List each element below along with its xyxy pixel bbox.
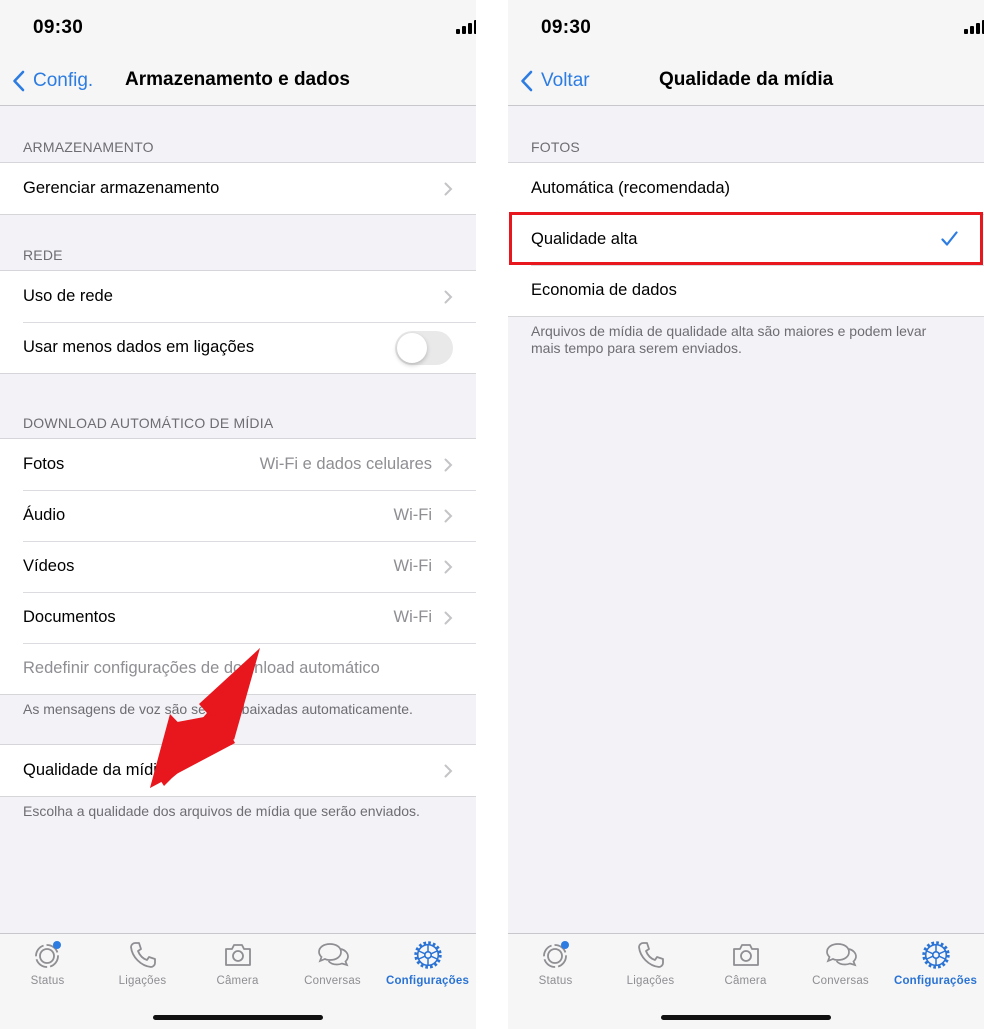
tab-label: Status: [30, 975, 65, 987]
tab-label: Câmera: [724, 975, 767, 987]
red-arrow-annotation-icon: [150, 648, 260, 788]
chevron-right-icon: [444, 611, 453, 625]
option-label: Economia de dados: [531, 281, 677, 299]
row-label: Áudio: [23, 506, 66, 524]
row-label: Fotos: [23, 455, 65, 473]
tab-camera[interactable]: Câmera: [190, 940, 285, 1000]
option-data-saver[interactable]: Economia de dados: [508, 265, 984, 316]
option-automatic[interactable]: Automática (recomendada): [508, 163, 984, 214]
home-indicator: [661, 1015, 831, 1020]
nav-bar: Voltar Qualidade da mídia: [508, 56, 984, 106]
row-value: Wi-Fi: [393, 608, 432, 626]
chevron-left-icon: [521, 70, 533, 92]
camera-icon: [224, 944, 251, 966]
status-icon: [34, 941, 61, 968]
chat-bubbles-icon: [317, 943, 349, 967]
manage-storage-row[interactable]: Gerenciar armazenamento: [0, 163, 476, 214]
auto-download-videos-row[interactable]: Vídeos Wi-Fi: [0, 541, 476, 592]
section-header-photos: FOTOS: [531, 139, 580, 155]
cellular-signal-icon: [964, 19, 984, 37]
tab-calls[interactable]: Ligações: [603, 940, 698, 1000]
cellular-signal-icon: [456, 19, 476, 37]
storage-group: Gerenciar armazenamento: [0, 162, 476, 215]
note-line: Arquivos de mídia de qualidade alta são …: [531, 323, 927, 339]
chat-bubbles-icon: [825, 943, 857, 967]
tab-label: Status: [538, 975, 573, 987]
row-label: Documentos: [23, 608, 116, 626]
back-button[interactable]: Config.: [12, 66, 93, 96]
status-time: 09:30: [33, 17, 84, 38]
nav-bar: Config. Armazenamento e dados: [0, 56, 476, 106]
home-indicator: [153, 1015, 323, 1020]
tab-label: Configurações: [893, 975, 978, 987]
row-value: Wi-Fi: [393, 557, 432, 575]
row-label: Qualidade da mídia: [23, 761, 167, 779]
row-label: Usar menos dados em ligações: [23, 338, 255, 356]
chevron-right-icon: [444, 764, 453, 778]
tab-settings[interactable]: Configurações: [888, 940, 983, 1000]
camera-icon: [732, 944, 759, 966]
row-label: Gerenciar armazenamento: [23, 179, 220, 197]
page-title: Qualidade da mídia: [659, 69, 834, 90]
low-data-calls-toggle[interactable]: [395, 331, 453, 365]
tab-label: Ligações: [626, 975, 675, 987]
low-data-calls-row: Usar menos dados em ligações: [0, 322, 476, 373]
auto-download-audio-row[interactable]: Áudio Wi-Fi: [0, 490, 476, 541]
tab-status[interactable]: Status: [0, 940, 95, 1000]
tab-label: Conversas: [304, 975, 361, 987]
status-icon: [542, 941, 569, 968]
status-time: 09:30: [541, 17, 592, 38]
status-bar: 09:30: [0, 0, 476, 56]
section-header-network: REDE: [23, 247, 63, 263]
chevron-right-icon: [444, 182, 453, 196]
tab-label: Configurações: [385, 975, 470, 987]
chevron-left-icon: [13, 70, 25, 92]
chevron-right-icon: [444, 290, 453, 304]
note-line: mais tempo para serem enviados.: [531, 340, 742, 356]
back-button[interactable]: Voltar: [520, 66, 590, 96]
tab-bar: Status Ligações Câmera Conversas Configu…: [508, 933, 984, 1029]
tab-calls[interactable]: Ligações: [95, 940, 190, 1000]
option-label: Automática (recomendada): [531, 179, 731, 197]
back-button-label: Voltar: [541, 70, 590, 91]
tab-chats[interactable]: Conversas: [285, 940, 380, 1000]
tab-settings[interactable]: Configurações: [380, 940, 475, 1000]
section-header-storage: ARMAZENAMENTO: [23, 139, 154, 155]
toggle-knob: [397, 333, 427, 363]
tab-label: Ligações: [118, 975, 167, 987]
chevron-right-icon: [444, 458, 453, 472]
row-value: Wi-Fi: [393, 506, 432, 524]
network-usage-row[interactable]: Uso de rede: [0, 271, 476, 322]
row-label: Uso de rede: [23, 287, 113, 305]
phone-icon: [129, 942, 156, 968]
auto-download-documents-row[interactable]: Documentos Wi-Fi: [0, 592, 476, 643]
high-quality-note: Arquivos de mídia de qualidade alta são …: [531, 323, 926, 357]
chevron-right-icon: [444, 560, 453, 574]
chevron-right-icon: [444, 509, 453, 523]
storage-and-data-screen: 09:30 Config. Armazenamento e dados ARMA…: [0, 0, 476, 1029]
gear-icon: [921, 941, 950, 969]
selected-option-highlight: [509, 212, 983, 265]
tab-bar: Status Ligações Câmera Conversas Configu…: [0, 933, 476, 1029]
tab-camera[interactable]: Câmera: [698, 940, 793, 1000]
section-header-auto-download: DOWNLOAD AUTOMÁTICO DE MÍDIA: [23, 415, 274, 431]
page-title: Armazenamento e dados: [125, 69, 350, 90]
back-button-label: Config.: [33, 70, 94, 91]
status-bar: 09:30: [508, 0, 984, 56]
tab-status[interactable]: Status: [508, 940, 603, 1000]
network-group: Uso de rede Usar menos dados em ligações: [0, 270, 476, 374]
tab-label: Conversas: [812, 975, 869, 987]
phone-icon: [637, 942, 664, 968]
auto-download-photos-row[interactable]: Fotos Wi-Fi e dados celulares: [0, 439, 476, 490]
tab-label: Câmera: [216, 975, 259, 987]
media-quality-screen: 09:30 Voltar Qualidade da mídia FOTOS Au…: [508, 0, 984, 1029]
gear-icon: [413, 941, 442, 969]
tab-chats[interactable]: Conversas: [793, 940, 888, 1000]
row-value: Wi-Fi e dados celulares: [259, 455, 432, 473]
row-label: Vídeos: [23, 557, 75, 575]
media-quality-note: Escolha a qualidade dos arquivos de mídi…: [23, 803, 420, 819]
